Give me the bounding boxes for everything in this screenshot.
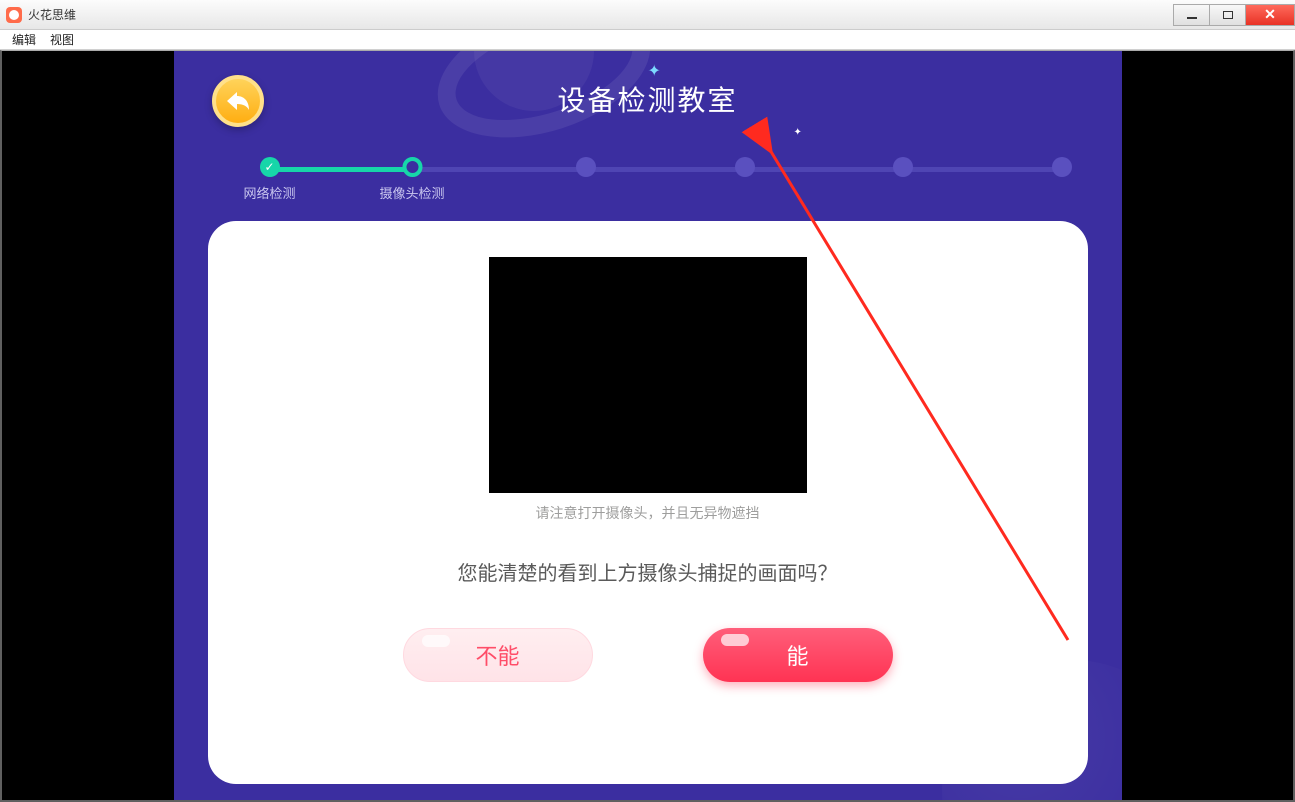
app-window: 火花思维 ✕ 编辑 视图 ✦ ✦ 设备检测教室 [0,0,1295,802]
yes-button[interactable]: 能 [703,628,893,682]
progress-bar: ✓ 网络检测 摄像头检测 [270,157,1062,181]
decoration-sparkle: ✦ [794,127,802,138]
question-text: 您能清楚的看到上方摄像头捕捉的画面吗？ [458,557,838,586]
step-pending-icon [735,157,755,177]
step-pending-icon [893,157,913,177]
page-title: 设备检测教室 [174,79,1122,119]
close-icon: ✕ [1264,6,1276,23]
window-controls: ✕ [1173,4,1295,26]
menu-edit[interactable]: 编辑 [6,30,42,49]
step-network: ✓ 网络检测 [243,157,295,202]
camera-preview [489,257,807,493]
step-pending-icon [1052,157,1072,177]
window-title: 火花思维 [28,6,76,23]
content-area: ✦ ✦ 设备检测教室 ✓ 网络检测 摄像头检测 [0,50,1295,802]
decoration-sparkle: ✦ [648,61,661,81]
step-pending-icon [576,157,596,177]
minimize-icon [1187,17,1197,19]
step-label: 网络检测 [243,183,295,202]
close-button[interactable]: ✕ [1245,4,1295,26]
step-label: 摄像头检测 [380,183,445,202]
maximize-icon [1223,11,1233,19]
hint-text: 请注意打开摄像头，并且无异物遮挡 [536,503,760,523]
titlebar-left: 火花思维 [6,6,76,23]
test-card: 请注意打开摄像头，并且无异物遮挡 您能清楚的看到上方摄像头捕捉的画面吗？ 不能 … [208,221,1088,784]
maximize-button[interactable] [1209,4,1245,26]
step-5 [893,157,913,183]
no-button-label: 不能 [475,639,519,671]
step-done-icon: ✓ [259,157,279,177]
yes-button-label: 能 [786,639,808,671]
app-icon [6,7,22,23]
step-3 [576,157,596,183]
step-4 [735,157,755,183]
menubar: 编辑 视图 [0,30,1295,50]
titlebar: 火花思维 ✕ [0,0,1295,30]
stage: ✦ ✦ 设备检测教室 ✓ 网络检测 摄像头检测 [174,51,1122,800]
step-6 [1052,157,1072,183]
no-button[interactable]: 不能 [403,628,593,682]
minimize-button[interactable] [1173,4,1209,26]
step-current-icon [402,157,422,177]
button-row: 不能 能 [403,628,893,682]
step-camera: 摄像头检测 [380,157,445,202]
menu-view[interactable]: 视图 [44,30,80,49]
